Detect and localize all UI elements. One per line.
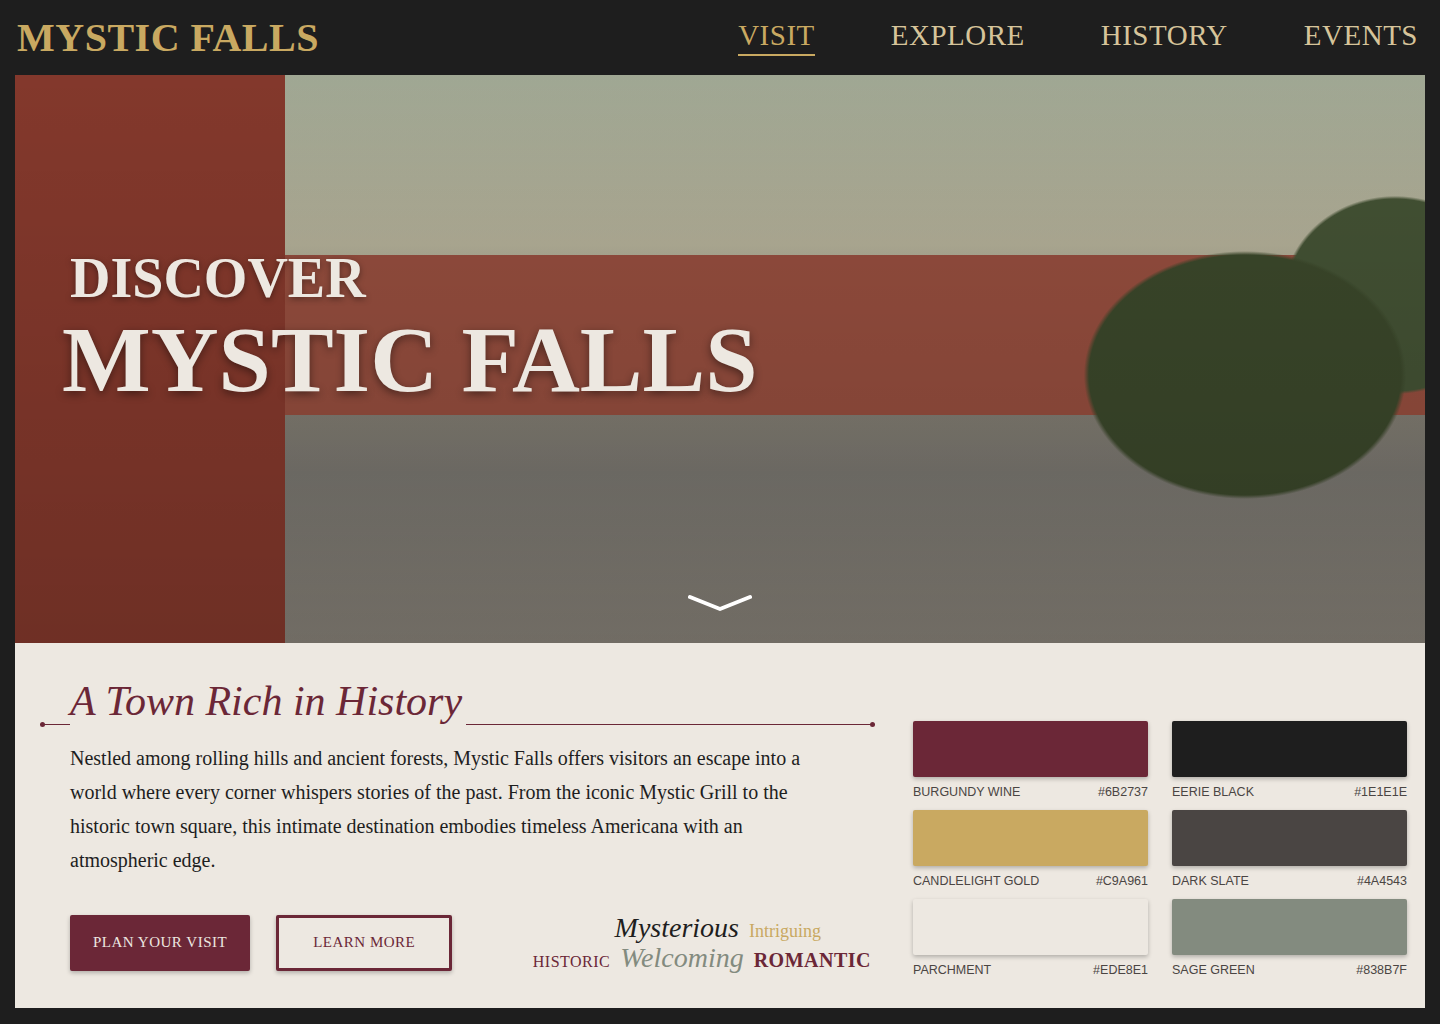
swatch-chip[interactable] xyxy=(1172,721,1407,777)
color-palette: BURGUNDY WINE #6B2737 EERIE BLACK #1E1E1E CA… xyxy=(913,671,1407,988)
mood-line: HISTORIC Welcoming ROMANTIC xyxy=(533,943,871,972)
logo[interactable]: MYSTIC FALLS xyxy=(17,14,319,61)
swatch-name: DARK SLATE xyxy=(1172,873,1249,889)
swatch-chip[interactable] xyxy=(913,810,1148,866)
button-row: PLAN YOUR VISIT LEARN MORE xyxy=(70,915,452,971)
hero-text: DISCOVERMYSTIC FALLS xyxy=(70,250,758,409)
intro: A Town Rich in History Nestled among roll… xyxy=(70,671,875,988)
nav-item[interactable]: VISIT xyxy=(738,19,815,56)
swatch-chip[interactable] xyxy=(1172,899,1407,955)
intro-body: Nestled among rolling hills and ancient … xyxy=(70,741,830,877)
nav-item[interactable]: HISTORY xyxy=(1101,19,1228,56)
hero-eyebrow: DISCOVER xyxy=(70,250,758,306)
mood-line: Mysterious Intriguing xyxy=(615,913,821,942)
mood-word: Mysterious xyxy=(615,913,739,942)
swatch-chip[interactable] xyxy=(913,721,1148,777)
swatch-name: BURGUNDY WINE xyxy=(913,784,1020,800)
swatch-chip[interactable] xyxy=(913,899,1148,955)
page: MYSTIC FALLS VISIT EXPLORE HISTORY EVENTS DIS… xyxy=(0,0,1440,1024)
mood-word: Welcoming xyxy=(620,943,743,972)
mood-word: HISTORIC xyxy=(533,954,611,971)
swatch: CANDLELIGHT GOLD #C9A961 xyxy=(913,810,1148,889)
swatch-label: CANDLELIGHT GOLD #C9A961 xyxy=(913,873,1148,889)
nav-item[interactable]: EVENTS xyxy=(1304,19,1418,56)
actions: PLAN YOUR VISIT LEARN MORE Mysterious Intri… xyxy=(70,913,875,988)
heading-rule: A Town Rich in History xyxy=(40,671,875,725)
mood-word: ROMANTIC xyxy=(754,950,871,971)
cta-button[interactable]: PLAN YOUR VISIT xyxy=(70,915,250,971)
mood-word: Intriguing xyxy=(749,922,821,941)
swatch-name: SAGE GREEN xyxy=(1172,962,1255,978)
intro-panel: A Town Rich in History Nestled among roll… xyxy=(15,643,1425,1008)
cta-button[interactable]: LEARN MORE xyxy=(276,915,452,971)
swatch-hex: #838B7F xyxy=(1356,962,1407,978)
hero-title: MYSTIC FALLS xyxy=(62,310,758,409)
intro-heading: A Town Rich in History xyxy=(70,671,466,731)
swatch: DARK SLATE #4A4543 xyxy=(1172,810,1407,889)
scroll-down-icon[interactable] xyxy=(688,593,752,613)
swatch-name: PARCHMENT xyxy=(913,962,991,978)
nav-item[interactable]: EXPLORE xyxy=(891,19,1025,56)
swatch-hex: #6B2737 xyxy=(1098,784,1148,800)
swatch-label: EERIE BLACK #1E1E1E xyxy=(1172,784,1407,800)
swatch-label: SAGE GREEN #838B7F xyxy=(1172,962,1407,978)
swatch: SAGE GREEN #838B7F xyxy=(1172,899,1407,978)
swatch-hex: #4A4543 xyxy=(1357,873,1407,889)
hero: DISCOVERMYSTIC FALLS xyxy=(15,75,1425,643)
swatch-chip[interactable] xyxy=(1172,810,1407,866)
swatch: BURGUNDY WINE #6B2737 xyxy=(913,721,1148,800)
swatch-label: DARK SLATE #4A4543 xyxy=(1172,873,1407,889)
swatch-label: BURGUNDY WINE #6B2737 xyxy=(913,784,1148,800)
swatch: EERIE BLACK #1E1E1E xyxy=(1172,721,1407,800)
swatch-hex: #C9A961 xyxy=(1096,873,1148,889)
swatch-name: EERIE BLACK xyxy=(1172,784,1254,800)
swatch-hex: #1E1E1E xyxy=(1354,784,1407,800)
main-nav: VISIT EXPLORE HISTORY EVENTS xyxy=(738,19,1418,56)
swatch-name: CANDLELIGHT GOLD xyxy=(913,873,1039,889)
swatch-hex: #EDE8E1 xyxy=(1093,962,1148,978)
swatch: PARCHMENT #EDE8E1 xyxy=(913,899,1148,978)
swatch-label: PARCHMENT #EDE8E1 xyxy=(913,962,1148,978)
mood-words: Mysterious Intriguing HISTORIC Welcoming ROM… xyxy=(533,913,875,972)
top-bar: MYSTIC FALLS VISIT EXPLORE HISTORY EVENTS xyxy=(0,0,1440,75)
